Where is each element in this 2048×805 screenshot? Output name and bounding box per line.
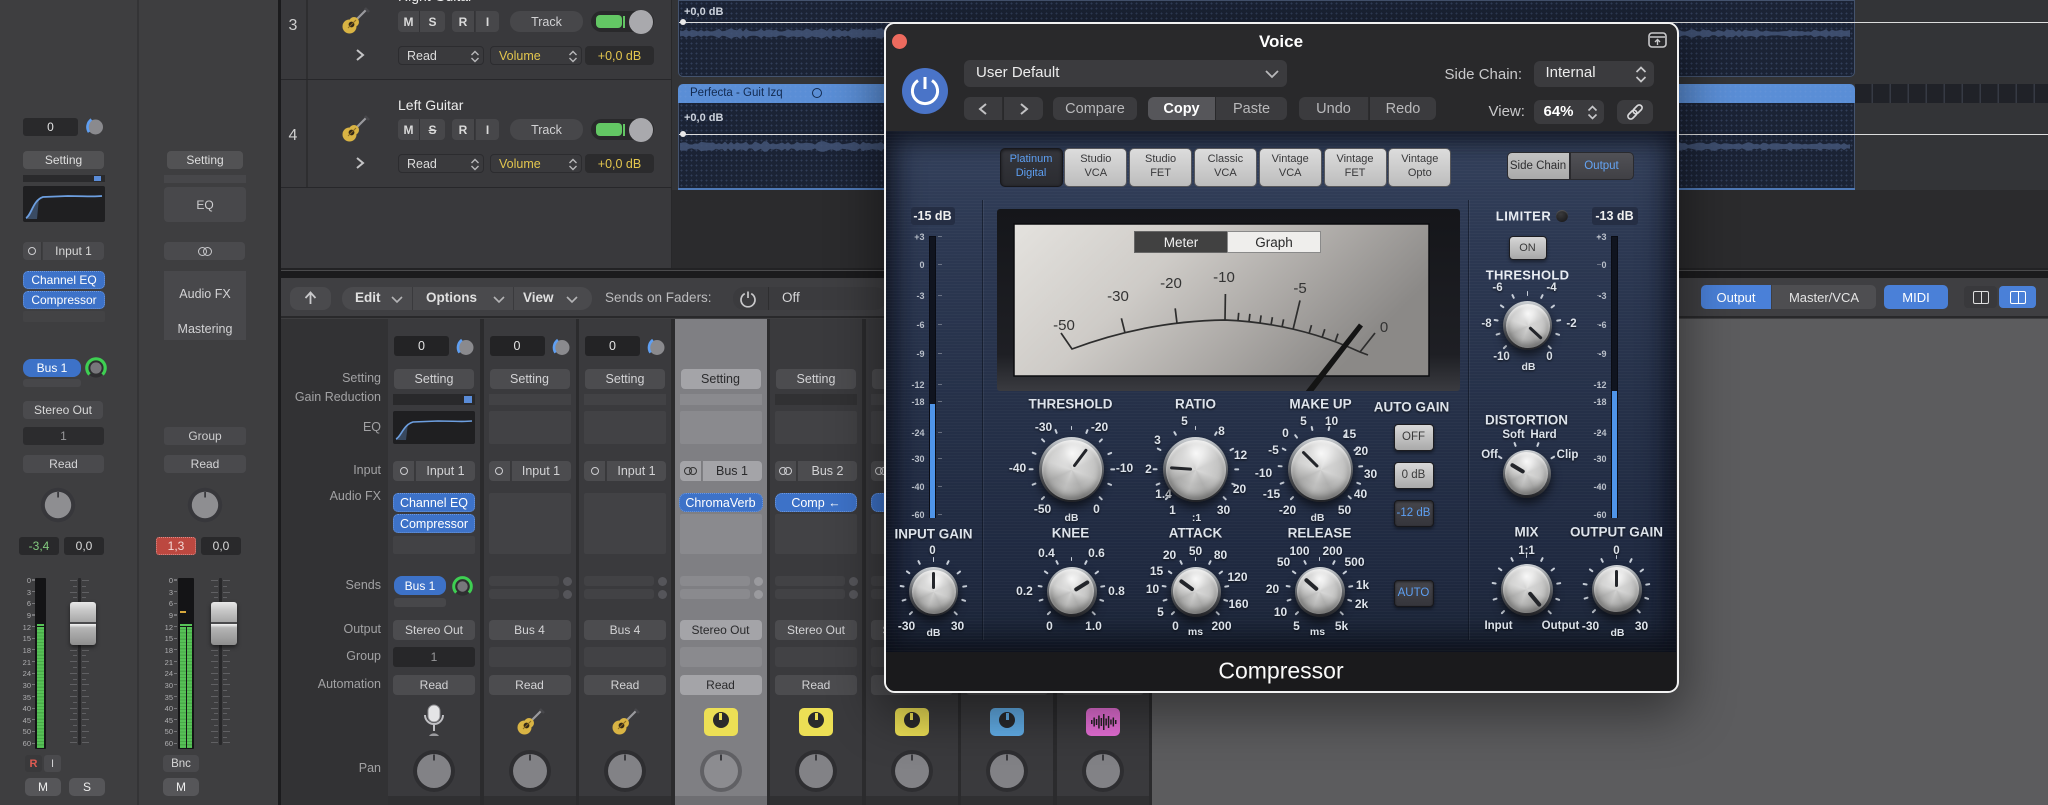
svg-text:Meter: Meter — [1163, 235, 1198, 250]
svg-text:Graph: Graph — [1255, 235, 1293, 250]
